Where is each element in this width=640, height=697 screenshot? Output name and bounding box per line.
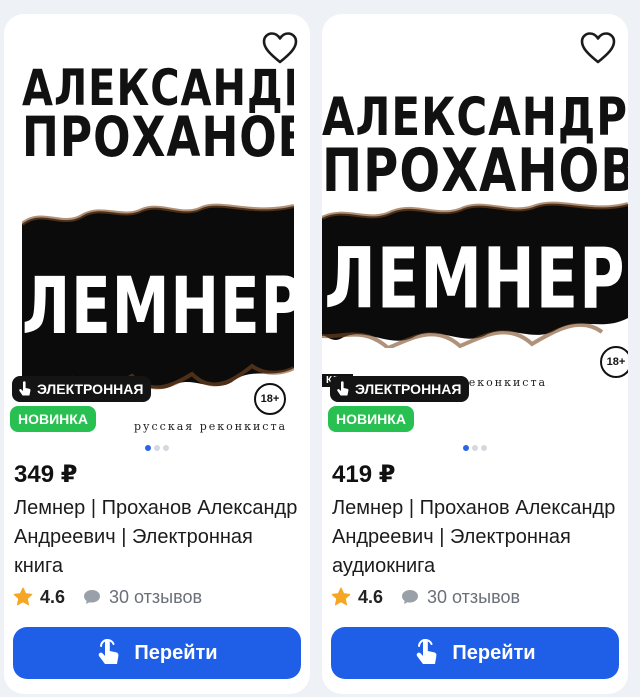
product-grid: АЛЕКСАНДР ПРОХАНОВ ЛЕМНЕР 18+ русская ре… xyxy=(0,0,640,697)
heart-outline-icon xyxy=(580,32,616,64)
favorite-button[interactable] xyxy=(578,28,618,68)
new-badge: НОВИНКА xyxy=(328,406,414,432)
go-button[interactable]: Перейти xyxy=(13,627,301,679)
format-badge-label: ЭЛЕКТРОННАЯ xyxy=(37,381,144,397)
new-badge: НОВИНКА xyxy=(10,406,96,432)
cover-title: ЛЕМНЕР xyxy=(324,229,626,328)
rating-row: 4.6 30 отзывов xyxy=(12,586,202,608)
format-badge: ЭЛЕКТРОННАЯ xyxy=(12,376,152,402)
price: 349 ₽ xyxy=(14,461,78,488)
price: 419 ₽ xyxy=(332,461,396,488)
pagination-dot[interactable] xyxy=(472,445,478,451)
format-badge: ЭЛЕКТРОННАЯ xyxy=(330,376,470,402)
pagination-dot[interactable] xyxy=(163,445,169,451)
star-icon xyxy=(331,587,351,606)
rating-row: 4.6 30 отзывов xyxy=(330,586,520,608)
reviews-count[interactable]: 30 отзывов xyxy=(427,587,520,608)
go-button-label: Перейти xyxy=(134,641,218,664)
go-button[interactable]: Перейти xyxy=(331,627,619,679)
product-card[interactable]: АЛЕКСАНДР ПРОХАНОВ ЛЕМНЕР 18+ русская ре… xyxy=(4,14,310,694)
age-rating-badge: 18+ xyxy=(600,346,628,378)
cover-title: ЛЕМНЕР xyxy=(22,260,294,352)
favorite-button[interactable] xyxy=(260,28,300,68)
age-rating-badge: 18+ xyxy=(254,383,286,415)
rating-value: 4.6 xyxy=(40,586,66,607)
heart-outline-icon xyxy=(262,32,298,64)
cover-burnt-band: ЛЕМНЕР xyxy=(22,198,294,398)
cover-author-line2: ПРОХАНОВ xyxy=(22,106,294,170)
pagination-dot[interactable] xyxy=(154,445,160,451)
tap-hand-icon xyxy=(99,639,119,664)
tap-hand-icon xyxy=(337,381,349,396)
tap-hand-icon xyxy=(417,639,437,664)
star-icon xyxy=(13,587,33,606)
comment-bubble-icon xyxy=(402,590,419,604)
pagination-dot[interactable] xyxy=(481,445,487,451)
cover-series: русская реконкиста xyxy=(134,420,288,433)
format-badge-label: ЭЛЕКТРОННАЯ xyxy=(355,381,462,397)
image-pagination[interactable] xyxy=(322,445,628,451)
rating-value: 4.6 xyxy=(358,586,384,607)
pagination-dot[interactable] xyxy=(145,445,151,451)
image-pagination[interactable] xyxy=(4,445,310,451)
go-button-label: Перейти xyxy=(452,641,536,664)
pagination-dot[interactable] xyxy=(463,445,469,451)
product-name[interactable]: Лемнер | Проханов Александр Андреевич | … xyxy=(14,494,302,581)
cover-author-line2: ПРОХАНОВ xyxy=(322,136,628,206)
product-name[interactable]: Лемнер | Проханов Александр Андреевич | … xyxy=(332,494,620,581)
comment-bubble-icon xyxy=(84,590,101,604)
reviews-count[interactable]: 30 отзывов xyxy=(109,587,202,608)
product-card[interactable]: АЛЕКСАНДР ПРОХАНОВ ЛЕМНЕР 18+ КПД русска… xyxy=(322,14,628,694)
cover-burnt-band: ЛЕМНЕР xyxy=(322,198,628,348)
tap-hand-icon xyxy=(19,381,31,396)
